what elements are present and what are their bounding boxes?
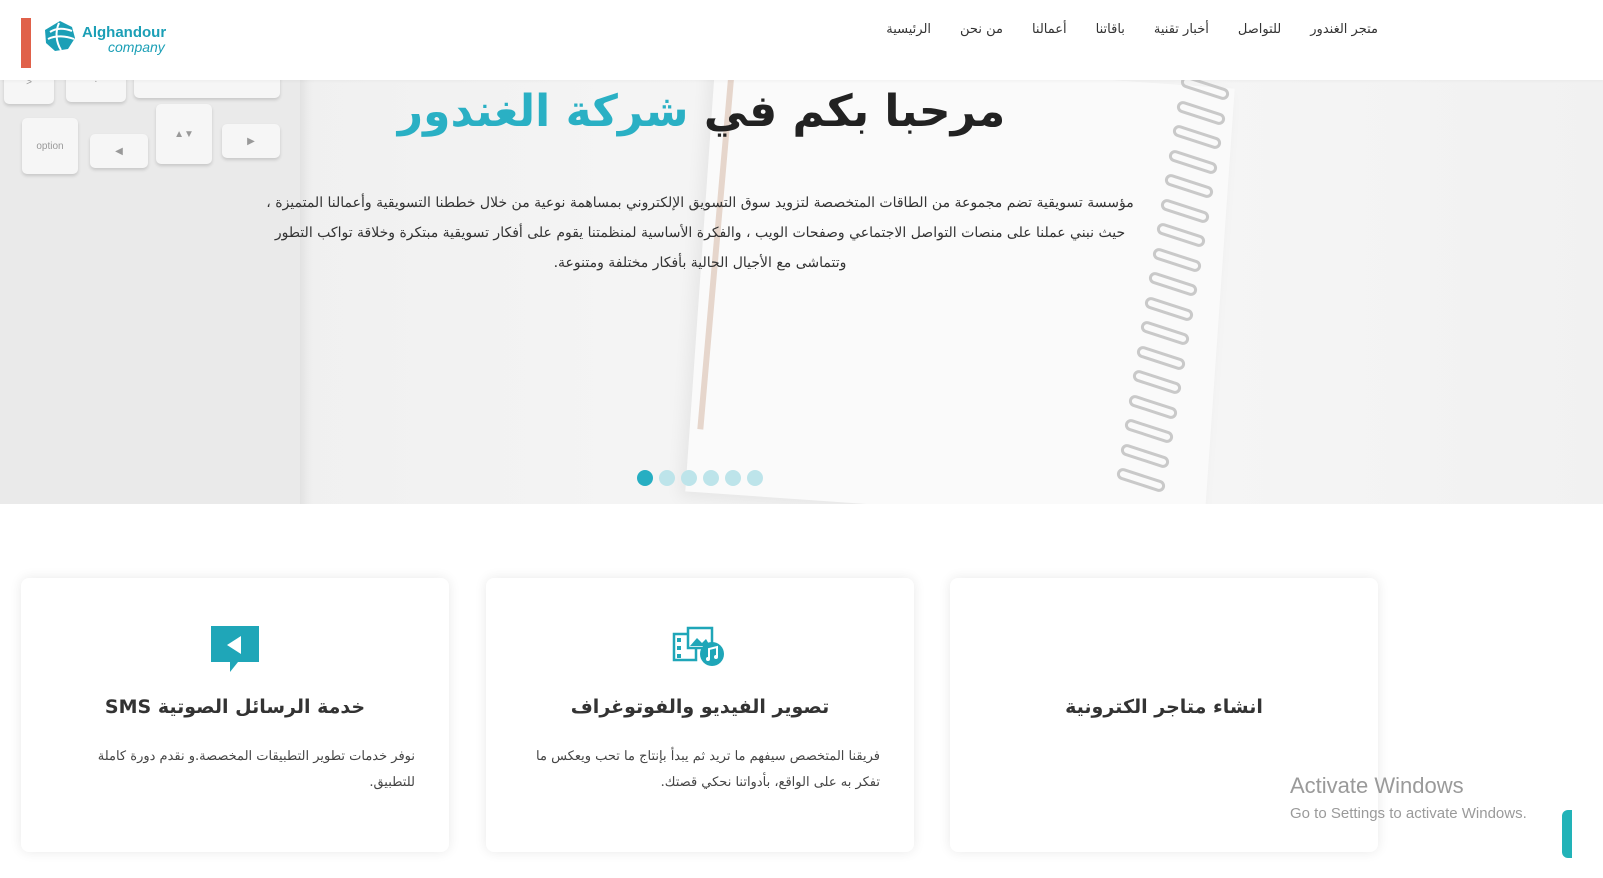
card-description: نوفر خدمات تطوير التطبيقات المخصصة.و نقد…: [97, 749, 415, 790]
hero-title: مرحبا بكم في شركة الغندور: [0, 86, 1403, 137]
slider-dot-5[interactable]: [725, 470, 741, 486]
service-card-sms[interactable]: خدمة الرسائل الصوتية SMS نوفر خدمات تطوي…: [21, 578, 449, 852]
chat-bubble-icon: [208, 624, 262, 678]
hero-desc-line-2: حيث نبني عملنا على منصات التواصل الاجتما…: [274, 225, 1126, 241]
card-title: انشاء متاجر الكترونية: [1065, 696, 1263, 718]
slider-dot-4[interactable]: [703, 470, 719, 486]
keyboard-image: > ? shift option ◀ ▲▼ ▶: [0, 80, 300, 504]
header-accent-bar: [21, 18, 31, 68]
nav-contact[interactable]: للتواصل: [1238, 22, 1281, 37]
hero-description: مؤسسة تسويقية تضم مجموعة من الطاقات المت…: [240, 188, 1160, 278]
hero-title-highlight: شركة الغندور: [397, 86, 689, 137]
service-card-video[interactable]: تصوير الفيديو والفوتوغراف فريقنا المتخصص…: [486, 578, 914, 852]
watermark-line-1: Activate Windows: [1290, 773, 1464, 798]
slider-dot-2[interactable]: [659, 470, 675, 486]
nav-store[interactable]: متجر الغندور: [1310, 22, 1378, 37]
main-nav: الرئيسية من نحن أعمالنا باقاتنا أخبار تق…: [886, 22, 1378, 37]
watermark-line-2: Go to Settings to activate Windows.: [1290, 805, 1527, 822]
card-title: تصوير الفيديو والفوتوغراف: [570, 696, 830, 718]
site-header: Alghandour company الرئيسية من نحن أعمال…: [0, 0, 1603, 80]
card-title: خدمة الرسائل الصوتية SMS: [104, 696, 366, 718]
logo-globe-icon: [45, 21, 75, 51]
windows-activation-watermark: Activate Windows Go to Settings to activ…: [1290, 773, 1527, 822]
slider-dot-1[interactable]: [637, 470, 653, 486]
nav-packages[interactable]: باقاتنا: [1096, 22, 1125, 37]
nav-home[interactable]: الرئيسية: [886, 22, 931, 37]
slider-dots: [637, 470, 763, 486]
hero-slider: > ? shift option ◀ ▲▼ ▶ مرحبا بكم في شرك…: [0, 80, 1603, 504]
notebook-image: [685, 80, 1235, 504]
hero-desc-line-3: وتتماشى مع الأجيال الحالية بأفكار مختلفة…: [553, 255, 847, 271]
slider-dot-3[interactable]: [681, 470, 697, 486]
hero-desc-line-1: مؤسسة تسويقية تضم مجموعة من الطاقات المت…: [266, 195, 1134, 211]
scroll-to-top-tab[interactable]: [1562, 810, 1572, 858]
hero-title-main: مرحبا بكم في: [703, 86, 1006, 137]
media-icon: [672, 624, 728, 672]
slider-dot-6[interactable]: [747, 470, 763, 486]
logo-name: Alghandour: [82, 24, 167, 41]
nav-tech-news[interactable]: أخبار تقنية: [1154, 22, 1209, 37]
card-description: فريقنا المتخصص سيفهم ما تريد ثم يبدأ بإن…: [536, 749, 880, 790]
logo-subtitle: company: [108, 39, 165, 55]
key-left: ◀: [90, 134, 148, 168]
nav-about[interactable]: من نحن: [960, 22, 1003, 37]
company-logo[interactable]: Alghandour company: [42, 18, 177, 62]
nav-works[interactable]: أعمالنا: [1032, 22, 1067, 37]
